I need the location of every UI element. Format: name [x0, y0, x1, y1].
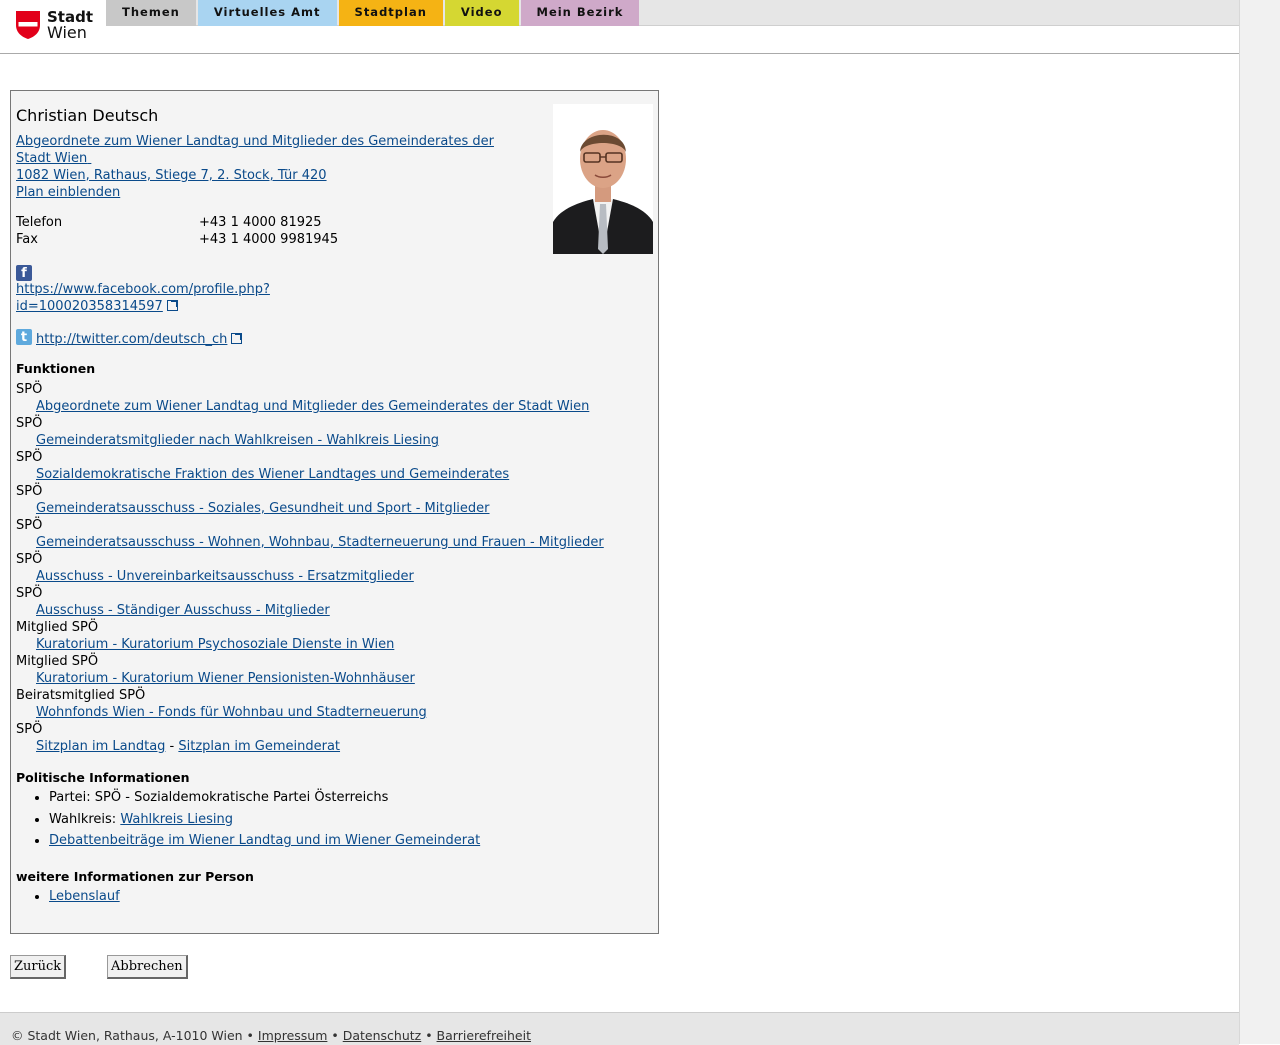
fax-row: Fax +43 1 4000 9981945	[16, 232, 516, 249]
contact-links: Abgeordnete zum Wiener Landtag und Mitgl…	[16, 133, 516, 201]
function-role: SPÖ	[16, 450, 43, 465]
function-role: Beiratsmitglied SPÖ	[16, 688, 146, 703]
debates-link[interactable]: Debattenbeiträge im Wiener Landtag und i…	[49, 833, 480, 848]
more-info-heading: weitere Informationen zur Person	[16, 869, 254, 884]
external-link-icon	[231, 333, 243, 344]
facebook-link-line2: id=100020358314597	[16, 299, 163, 314]
fax-value: +43 1 4000 9981945	[199, 232, 339, 247]
function-link[interactable]: Gemeinderatsmitglieder nach Wahlkreisen …	[36, 433, 439, 448]
tab-themen[interactable]: Themen	[106, 0, 196, 26]
barrierefreiheit-link[interactable]: Barrierefreiheit	[437, 1028, 531, 1043]
datenschutz-link[interactable]: Datenschutz	[343, 1028, 422, 1043]
seat-plan-links: Sitzplan im Landtag - Sitzplan im Gemein…	[16, 738, 646, 755]
function-link[interactable]: Sozialdemokratische Fraktion des Wiener …	[36, 467, 509, 482]
wahlkreis-item: Wahlkreis: Wahlkreis Liesing	[49, 809, 480, 831]
person-card: Christian Deutsch Abgeordnete zum Wiener…	[10, 90, 659, 934]
seat-plan-landtag-link[interactable]: Sitzplan im Landtag	[36, 739, 165, 754]
site-footer: © Stadt Wien, Rathaus, A-1010 Wien • Imp…	[0, 1012, 1239, 1045]
more-info-list: Lebenslauf	[16, 886, 120, 908]
fax-label: Fax	[16, 232, 38, 247]
function-link[interactable]: Gemeinderatsausschuss - Wohnen, Wohnbau,…	[36, 535, 604, 550]
tab-stadtplan[interactable]: Stadtplan	[338, 0, 443, 26]
twitter-link[interactable]: http://twitter.com/deutsch_ch	[36, 332, 227, 347]
org-link-line2: Stadt Wien	[16, 151, 88, 166]
site-header: Stadt Wien Themen Virtuelles Amt Stadtpl…	[0, 0, 1239, 54]
tab-virtuelles-amt[interactable]: Virtuelles Amt	[197, 0, 337, 26]
facebook-block: https://www.facebook.com/profile.php? id…	[16, 281, 270, 315]
function-link[interactable]: Ausschuss - Ständiger Ausschuss - Mitgli…	[36, 603, 330, 618]
address-link[interactable]: 1082 Wien, Rathaus, Stiege 7, 2. Stock, …	[16, 167, 516, 184]
org-link-line1: Abgeordnete zum Wiener Landtag und Mitgl…	[16, 134, 494, 149]
plan-link[interactable]: Plan einblenden	[16, 184, 516, 201]
footer-sep: •	[242, 1028, 258, 1043]
facebook-link-line1: https://www.facebook.com/profile.php?	[16, 282, 270, 297]
phone-row: Telefon +43 1 4000 81925	[16, 215, 516, 232]
impressum-link[interactable]: Impressum	[258, 1028, 327, 1043]
function-role: Mitglied SPÖ	[16, 620, 99, 635]
wahlkreis-link[interactable]: Wahlkreis Liesing	[120, 812, 233, 827]
twitter-icon: t	[16, 329, 32, 345]
seat-role: SPÖ	[16, 722, 43, 737]
twitter-block: http://twitter.com/deutsch_ch	[36, 331, 243, 348]
function-link[interactable]: Gemeinderatsausschuss - Soziales, Gesund…	[36, 501, 490, 516]
vienna-shield-icon	[16, 11, 40, 39]
function-role: SPÖ	[16, 416, 43, 431]
debates-item: Debattenbeiträge im Wiener Landtag und i…	[49, 830, 480, 852]
person-photo	[553, 104, 653, 254]
logo-line2: Wien	[47, 23, 87, 42]
functions-list: SPÖ Abgeordnete zum Wiener Landtag und M…	[16, 381, 646, 755]
portrait-image	[553, 104, 653, 254]
function-link[interactable]: Abgeordnete zum Wiener Landtag und Mitgl…	[36, 399, 589, 414]
party-text: Partei: SPÖ - Sozialdemokratische Partei…	[49, 790, 389, 805]
function-link[interactable]: Kuratorium - Kuratorium Wiener Pensionis…	[36, 671, 415, 686]
function-role: SPÖ	[16, 586, 43, 601]
function-role: Mitglied SPÖ	[16, 654, 99, 669]
wahlkreis-label: Wahlkreis:	[49, 811, 121, 827]
function-role: SPÖ	[16, 382, 43, 397]
cv-link[interactable]: Lebenslauf	[49, 889, 120, 904]
political-heading: Politische Informationen	[16, 770, 190, 785]
main-nav: Themen Virtuelles Amt Stadtplan Video Me…	[106, 0, 641, 26]
cancel-button[interactable]: Abbrechen	[107, 955, 188, 979]
seat-separator: -	[165, 739, 179, 754]
cv-item: Lebenslauf	[49, 886, 120, 908]
functions-heading: Funktionen	[16, 361, 96, 376]
footer-sep: •	[421, 1028, 437, 1043]
footer-text: © Stadt Wien, Rathaus, A-1010 Wien • Imp…	[11, 1028, 531, 1043]
back-button[interactable]: Zurück	[10, 955, 67, 979]
footer-sep: •	[327, 1028, 343, 1043]
person-name: Christian Deutsch	[16, 106, 159, 125]
logo-wordmark: Stadt Wien	[47, 9, 93, 41]
org-link[interactable]: Abgeordnete zum Wiener Landtag und Mitgl…	[16, 133, 516, 167]
seat-plan-gemeinderat-link[interactable]: Sitzplan im Gemeinderat	[178, 739, 340, 754]
function-link[interactable]: Kuratorium - Kuratorium Psychosoziale Di…	[36, 637, 394, 652]
function-link[interactable]: Ausschuss - Unvereinbarkeitsausschuss - …	[36, 569, 414, 584]
scrollbar[interactable]	[1239, 0, 1280, 1044]
footer-copyright: © Stadt Wien, Rathaus, A-1010 Wien	[11, 1028, 243, 1043]
party-item: Partei: SPÖ - Sozialdemokratische Partei…	[49, 787, 480, 809]
function-role: SPÖ	[16, 484, 43, 499]
function-role: SPÖ	[16, 552, 43, 567]
function-role: SPÖ	[16, 518, 43, 533]
political-list: Partei: SPÖ - Sozialdemokratische Partei…	[16, 787, 480, 852]
facebook-link[interactable]: https://www.facebook.com/profile.php? id…	[16, 282, 270, 314]
stadt-wien-logo[interactable]: Stadt Wien	[16, 9, 96, 43]
phone-label: Telefon	[16, 215, 63, 230]
function-link[interactable]: Wohnfonds Wien - Fonds für Wohnbau und S…	[36, 705, 427, 720]
tab-video[interactable]: Video	[444, 0, 519, 26]
tab-mein-bezirk[interactable]: Mein Bezirk	[520, 0, 640, 26]
phone-value: +43 1 4000 81925	[199, 215, 322, 230]
facebook-icon: f	[16, 265, 32, 281]
external-link-icon	[166, 300, 178, 311]
